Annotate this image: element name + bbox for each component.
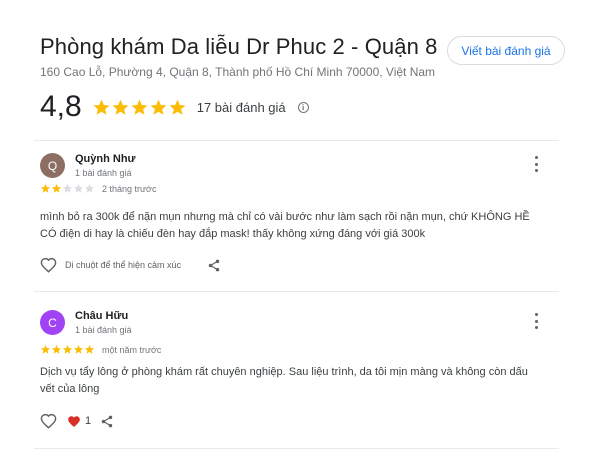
star-filled-icon bbox=[169, 99, 186, 115]
star-filled-icon bbox=[73, 344, 84, 354]
star-empty-icon bbox=[73, 183, 84, 193]
review-text: Dịch vụ tẩy lông ở phòng khám rất chuyên… bbox=[40, 366, 528, 395]
rating-summary: 4,8 17 bài đánh giá i bbox=[40, 90, 309, 124]
review-card: C Châu Hữu 1 bài đánh giá một năm trước … bbox=[40, 310, 565, 440]
review-time: 2 tháng trước bbox=[102, 183, 157, 194]
review-rating: 2 tháng trước bbox=[40, 183, 156, 194]
share-icon[interactable] bbox=[100, 414, 114, 429]
place-address: 160 Cao Lỗ, Phường 4, Quận 8, Thành phố … bbox=[40, 65, 436, 79]
star-filled-icon bbox=[112, 99, 129, 115]
star-row bbox=[40, 344, 95, 355]
review-time: một năm trước bbox=[102, 344, 162, 355]
divider bbox=[34, 448, 559, 449]
divider bbox=[34, 291, 559, 292]
divider bbox=[34, 140, 559, 141]
star-row bbox=[40, 183, 95, 194]
like-heart-icon[interactable] bbox=[40, 257, 57, 273]
review-card: Q Quỳnh Như 1 bài đánh giá 2 tháng trước… bbox=[40, 153, 565, 283]
write-review-button[interactable]: Viết bài đánh giá bbox=[447, 36, 565, 65]
star-filled-icon bbox=[51, 344, 62, 354]
star-filled-icon bbox=[40, 183, 51, 193]
review-author[interactable]: Quỳnh Như bbox=[75, 153, 136, 165]
star-empty-icon bbox=[62, 183, 73, 193]
author-review-count: 1 bài đánh giá bbox=[75, 168, 132, 178]
more-options-icon[interactable] bbox=[533, 313, 539, 329]
average-rating: 4,8 bbox=[40, 90, 82, 123]
avatar[interactable]: C bbox=[40, 310, 65, 335]
star-filled-icon bbox=[150, 99, 167, 115]
review-actions: Di chuột để thể hiện cảm xúc bbox=[40, 257, 221, 273]
star-empty-icon bbox=[84, 183, 95, 193]
review-text: mình bỏ ra 300k để nặn mụn nhưng mà chỉ … bbox=[40, 211, 530, 240]
star-filled-icon bbox=[51, 183, 62, 193]
review-count: 17 bài đánh giá bbox=[196, 99, 286, 115]
share-icon[interactable] bbox=[207, 258, 221, 273]
more-options-icon[interactable] bbox=[533, 156, 539, 172]
review-author[interactable]: Châu Hữu bbox=[75, 310, 128, 322]
review-rating: một năm trước bbox=[40, 344, 161, 355]
avatar[interactable]: Q bbox=[40, 153, 65, 178]
review-actions: 1 bbox=[40, 413, 114, 429]
author-review-count: 1 bài đánh giá bbox=[75, 325, 132, 335]
like-heart-icon[interactable] bbox=[40, 413, 57, 429]
star-filled-icon bbox=[62, 344, 73, 354]
star-filled-icon bbox=[131, 99, 148, 115]
star-filled-icon bbox=[84, 344, 95, 354]
liked-heart-icon[interactable] bbox=[67, 415, 81, 428]
like-count: 1 bbox=[85, 415, 92, 427]
average-stars bbox=[92, 98, 187, 117]
star-filled-icon bbox=[40, 344, 51, 354]
info-icon[interactable]: i bbox=[297, 101, 309, 113]
star-filled-icon bbox=[93, 99, 110, 115]
reaction-hint: Di chuột để thể hiện cảm xúc bbox=[65, 260, 182, 270]
